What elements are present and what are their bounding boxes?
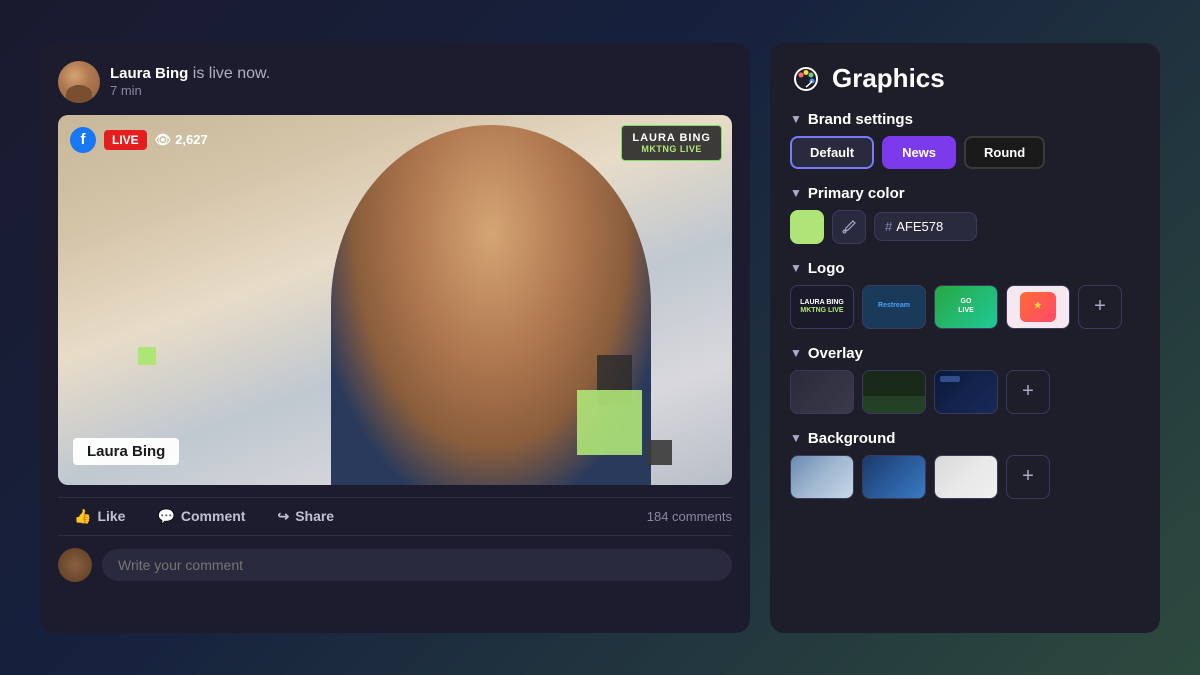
add-overlay-button[interactable]: + xyxy=(1006,370,1050,414)
logo-thumb-1[interactable]: LAURA BINGMKTNG LIVE xyxy=(790,285,854,329)
graphics-title: Graphics xyxy=(832,63,945,94)
background-section: ▼ Background + xyxy=(790,430,1140,499)
fb-is-live-text: is live now. xyxy=(193,65,270,82)
chevron-down-icon-2: ▼ xyxy=(790,186,802,200)
color-swatch[interactable] xyxy=(790,210,824,244)
user-info: Laura Bing is live now. 7 min xyxy=(110,65,270,98)
add-bg-button[interactable]: + xyxy=(1006,455,1050,499)
comment-label: Comment xyxy=(181,508,246,524)
share-icon: ↪ xyxy=(277,508,289,525)
brand-btn-default[interactable]: Default xyxy=(790,136,874,169)
comments-count: 184 comments xyxy=(647,509,732,524)
palette-icon xyxy=(790,63,822,95)
overlay-section: ▼ Overlay + xyxy=(790,345,1140,414)
like-icon: 👍 xyxy=(74,508,91,525)
logo-header[interactable]: ▼ Logo xyxy=(790,260,1140,277)
facebook-icon: f xyxy=(70,127,96,153)
color-row: # xyxy=(790,210,1140,244)
viewer-count: 👁 2,627 xyxy=(155,132,208,148)
primary-color-section: ▼ Primary color # xyxy=(790,185,1140,244)
like-label: Like xyxy=(97,508,125,524)
brand-btn-round[interactable]: Round xyxy=(964,136,1045,169)
share-button[interactable]: ↪ Share xyxy=(261,502,350,531)
fb-video: LAURA BING MKTNG LIVE f LIVE 👁 2,627 Lau… xyxy=(58,115,732,485)
chevron-down-icon: ▼ xyxy=(790,112,802,126)
overlay-header[interactable]: ▼ Overlay xyxy=(790,345,1140,362)
primary-color-header[interactable]: ▼ Primary color xyxy=(790,185,1140,202)
bg-thumb-2[interactable] xyxy=(862,455,926,499)
fb-panel: Laura Bing is live now. 7 min LAURA BING xyxy=(40,43,750,633)
main-container: Laura Bing is live now. 7 min LAURA BING xyxy=(40,43,1160,633)
brand-settings-label: Brand settings xyxy=(808,111,913,128)
comment-icon: 💬 xyxy=(157,508,174,525)
logo-section: ▼ Logo LAURA BINGMKTNG LIVE Restream GOL… xyxy=(790,260,1140,329)
fb-time-ago: 7 min xyxy=(110,83,270,98)
overlay-logo-line1: LAURA BING xyxy=(632,132,711,144)
overlay-thumb-2[interactable] xyxy=(862,370,926,414)
bg-thumb-1[interactable] xyxy=(790,455,854,499)
overlay-logo-line2: MKTNG LIVE xyxy=(632,144,711,154)
bg-thumb-row: + xyxy=(790,455,1140,499)
fb-username: Laura Bing xyxy=(110,65,188,82)
logo-thumb-2[interactable]: Restream xyxy=(862,285,926,329)
logo-label: Logo xyxy=(808,260,845,277)
avatar xyxy=(58,61,100,103)
graphics-panel: Graphics ▼ Brand settings Default News R… xyxy=(770,43,1160,633)
background-header[interactable]: ▼ Background xyxy=(790,430,1140,447)
comment-input[interactable] xyxy=(102,549,732,581)
green-sq-large xyxy=(577,390,642,455)
logo-thumb-4[interactable]: ⭐ xyxy=(1006,285,1070,329)
hex-input-wrap: # xyxy=(874,212,977,241)
video-background: LAURA BING MKTNG LIVE f LIVE 👁 2,627 Lau… xyxy=(58,115,732,485)
comment-button[interactable]: 💬 Comment xyxy=(141,502,261,531)
commenter-avatar xyxy=(58,548,92,582)
primary-color-label: Primary color xyxy=(808,185,905,202)
brand-buttons-row: Default News Round xyxy=(790,136,1140,169)
name-lower-third: Laura Bing xyxy=(73,438,179,465)
comment-area xyxy=(58,548,732,582)
chevron-down-icon-5: ▼ xyxy=(790,431,802,445)
background-label: Background xyxy=(808,430,896,447)
hash-symbol: # xyxy=(885,219,892,234)
dark-sq-small xyxy=(647,440,672,465)
overlay-label: Overlay xyxy=(808,345,863,362)
overlay-thumb-3[interactable] xyxy=(934,370,998,414)
logo-thumb-row: LAURA BINGMKTNG LIVE Restream GOLIVE ⭐ + xyxy=(790,285,1140,329)
green-sq-mid xyxy=(138,347,156,365)
overlay-thumb-row: + xyxy=(790,370,1140,414)
eyedropper-button[interactable] xyxy=(832,210,866,244)
brand-settings-section: ▼ Brand settings Default News Round xyxy=(790,111,1140,169)
hex-input[interactable] xyxy=(896,219,966,234)
bg-thumb-3[interactable] xyxy=(934,455,998,499)
chevron-down-icon-4: ▼ xyxy=(790,346,802,360)
add-logo-button[interactable]: + xyxy=(1078,285,1122,329)
fb-post-header: Laura Bing is live now. 7 min xyxy=(58,61,732,103)
brand-btn-news[interactable]: News xyxy=(882,136,956,169)
chevron-down-icon-3: ▼ xyxy=(790,261,802,275)
fb-status-line: Laura Bing is live now. xyxy=(110,65,270,83)
eye-icon: 👁 xyxy=(155,132,172,148)
live-badge: LIVE xyxy=(104,130,147,150)
like-button[interactable]: 👍 Like xyxy=(58,502,141,531)
live-badge-area: f LIVE 👁 2,627 xyxy=(70,127,208,153)
share-label: Share xyxy=(295,508,334,524)
stream-logo-overlay: LAURA BING MKTNG LIVE xyxy=(621,125,722,161)
fb-actions-bar: 👍 Like 💬 Comment ↪ Share 184 comments xyxy=(58,497,732,536)
logo-thumb-3[interactable]: GOLIVE xyxy=(934,285,998,329)
graphics-header: Graphics xyxy=(790,63,1140,95)
viewer-count-text: 2,627 xyxy=(175,132,208,147)
overlay-thumb-1[interactable] xyxy=(790,370,854,414)
brand-settings-header[interactable]: ▼ Brand settings xyxy=(790,111,1140,128)
